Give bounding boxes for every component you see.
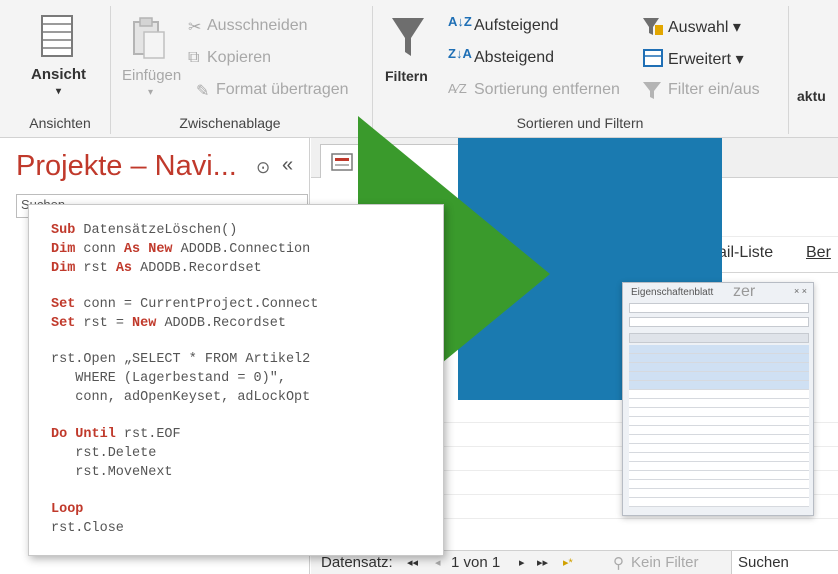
selection-button[interactable]: Auswahl ▾: [668, 17, 741, 37]
code-line: Dim rst As ADODB.Recordset: [51, 261, 262, 276]
format-painter-icon: ✎: [196, 83, 210, 100]
paste-button[interactable]: Einfügen: [122, 67, 181, 84]
code-line: WHERE (Lagerbestand = 0)",: [51, 371, 286, 386]
code-line: Sub DatensätzeLöschen(): [51, 223, 238, 238]
last-record-button[interactable]: ▸▸: [537, 556, 548, 569]
nav-pane-title[interactable]: Projekte – Navi...: [16, 150, 237, 183]
code-line: Set rst = New ADODB.Recordset: [51, 316, 286, 331]
group-label-ansichten: Ansichten: [29, 115, 91, 131]
code-line: Set conn = CurrentProject.Connect: [51, 297, 319, 312]
no-filter-icon: ⚲: [613, 555, 624, 572]
property-row[interactable]: [629, 354, 809, 363]
form-icon: [331, 153, 353, 171]
property-row[interactable]: [629, 498, 809, 507]
property-row[interactable]: [629, 426, 809, 435]
nav-dropdown-icon[interactable]: ⊙: [256, 158, 270, 178]
filter-button[interactable]: Filtern: [385, 68, 428, 84]
sort-descending-button[interactable]: Absteigend: [474, 49, 554, 67]
property-sheet-selection[interactable]: [629, 303, 809, 313]
code-line: rst.Delete: [51, 446, 157, 461]
sort-ascending-icon: A↓Z: [448, 14, 472, 29]
code-line: rst.Close: [51, 521, 124, 536]
property-row[interactable]: [629, 471, 809, 480]
advanced-button[interactable]: Erweitert ▾: [668, 49, 744, 69]
property-row[interactable]: [629, 444, 809, 453]
advanced-filter-icon: [643, 49, 663, 67]
property-row[interactable]: [629, 489, 809, 498]
tab-email-liste[interactable]: ail-Liste: [718, 244, 773, 262]
property-sheet-dropdown[interactable]: [629, 317, 809, 327]
first-record-button[interactable]: ◂◂: [407, 556, 418, 569]
property-row[interactable]: [629, 408, 809, 417]
property-row[interactable]: [629, 345, 809, 354]
copy-icon: ⧉: [188, 49, 200, 66]
property-row[interactable]: [629, 399, 809, 408]
tab-ber[interactable]: Ber: [806, 244, 831, 262]
property-row[interactable]: [629, 363, 809, 372]
record-search-input[interactable]: Suchen: [731, 551, 838, 574]
record-label: Datensatz:: [321, 554, 393, 571]
copy-button[interactable]: Kopieren: [207, 49, 271, 67]
selection-filter-icon: [643, 18, 663, 35]
paste-icon: [133, 17, 165, 59]
vba-code-panel: Sub DatensätzeLöschen() Dim conn As New …: [28, 204, 444, 556]
new-record-button[interactable]: ▸*: [563, 556, 573, 569]
view-dropdown-icon[interactable]: ▾: [56, 86, 61, 97]
property-row[interactable]: [629, 417, 809, 426]
property-row[interactable]: [629, 480, 809, 489]
nav-collapse-icon[interactable]: «: [282, 154, 293, 177]
paste-dropdown-icon[interactable]: ▾: [148, 87, 153, 98]
property-row[interactable]: [629, 381, 809, 390]
toggle-filter-button[interactable]: Filter ein/aus: [668, 81, 760, 99]
code-line: Do Until rst.EOF: [51, 427, 181, 442]
code-line: Dim conn As New ADODB.Connection: [51, 242, 311, 257]
sort-descending-icon: Z↓A: [448, 46, 472, 61]
next-record-button[interactable]: ▸: [519, 556, 525, 569]
prev-record-button[interactable]: ◂: [435, 556, 441, 569]
clear-sort-button[interactable]: Sortierung entfernen: [474, 81, 620, 99]
property-sheet-title: Eigenschaftenblatt: [631, 287, 714, 298]
property-sheet-heading: zer: [733, 283, 756, 300]
no-filter-button[interactable]: Kein Filter: [631, 554, 699, 571]
clear-sort-icon: A⁄Z: [448, 81, 467, 96]
code-line: conn, adOpenKeyset, adLockOpt: [51, 390, 311, 405]
format-painter-button[interactable]: Format übertragen: [216, 81, 349, 99]
property-sheet: Eigenschaftenblatt zer × ×: [622, 282, 814, 516]
code-line: rst.MoveNext: [51, 465, 173, 480]
toggle-filter-icon: [643, 82, 661, 99]
cut-icon: ✂: [188, 19, 202, 36]
property-sheet-tabs[interactable]: [629, 333, 809, 343]
cut-button[interactable]: Ausschneiden: [207, 17, 308, 35]
property-row[interactable]: [629, 462, 809, 471]
code-line: Loop: [51, 502, 84, 517]
refresh-button-label[interactable]: aktu: [797, 88, 826, 104]
property-row[interactable]: [629, 390, 809, 399]
property-row[interactable]: [629, 372, 809, 381]
property-row[interactable]: [629, 435, 809, 444]
view-button[interactable]: Ansicht: [31, 66, 86, 83]
view-icon: [41, 15, 73, 57]
property-row[interactable]: [629, 453, 809, 462]
filter-icon: [392, 18, 424, 56]
sort-ascending-button[interactable]: Aufsteigend: [474, 17, 559, 35]
close-icon[interactable]: × ×: [794, 286, 807, 296]
record-search-placeholder: Suchen: [738, 554, 789, 571]
group-label-zwischenablage: Zwischenablage: [179, 115, 281, 131]
code-line: rst.Open „SELECT * FROM Artikel2: [51, 352, 311, 367]
record-position[interactable]: 1 von 1: [451, 554, 500, 571]
